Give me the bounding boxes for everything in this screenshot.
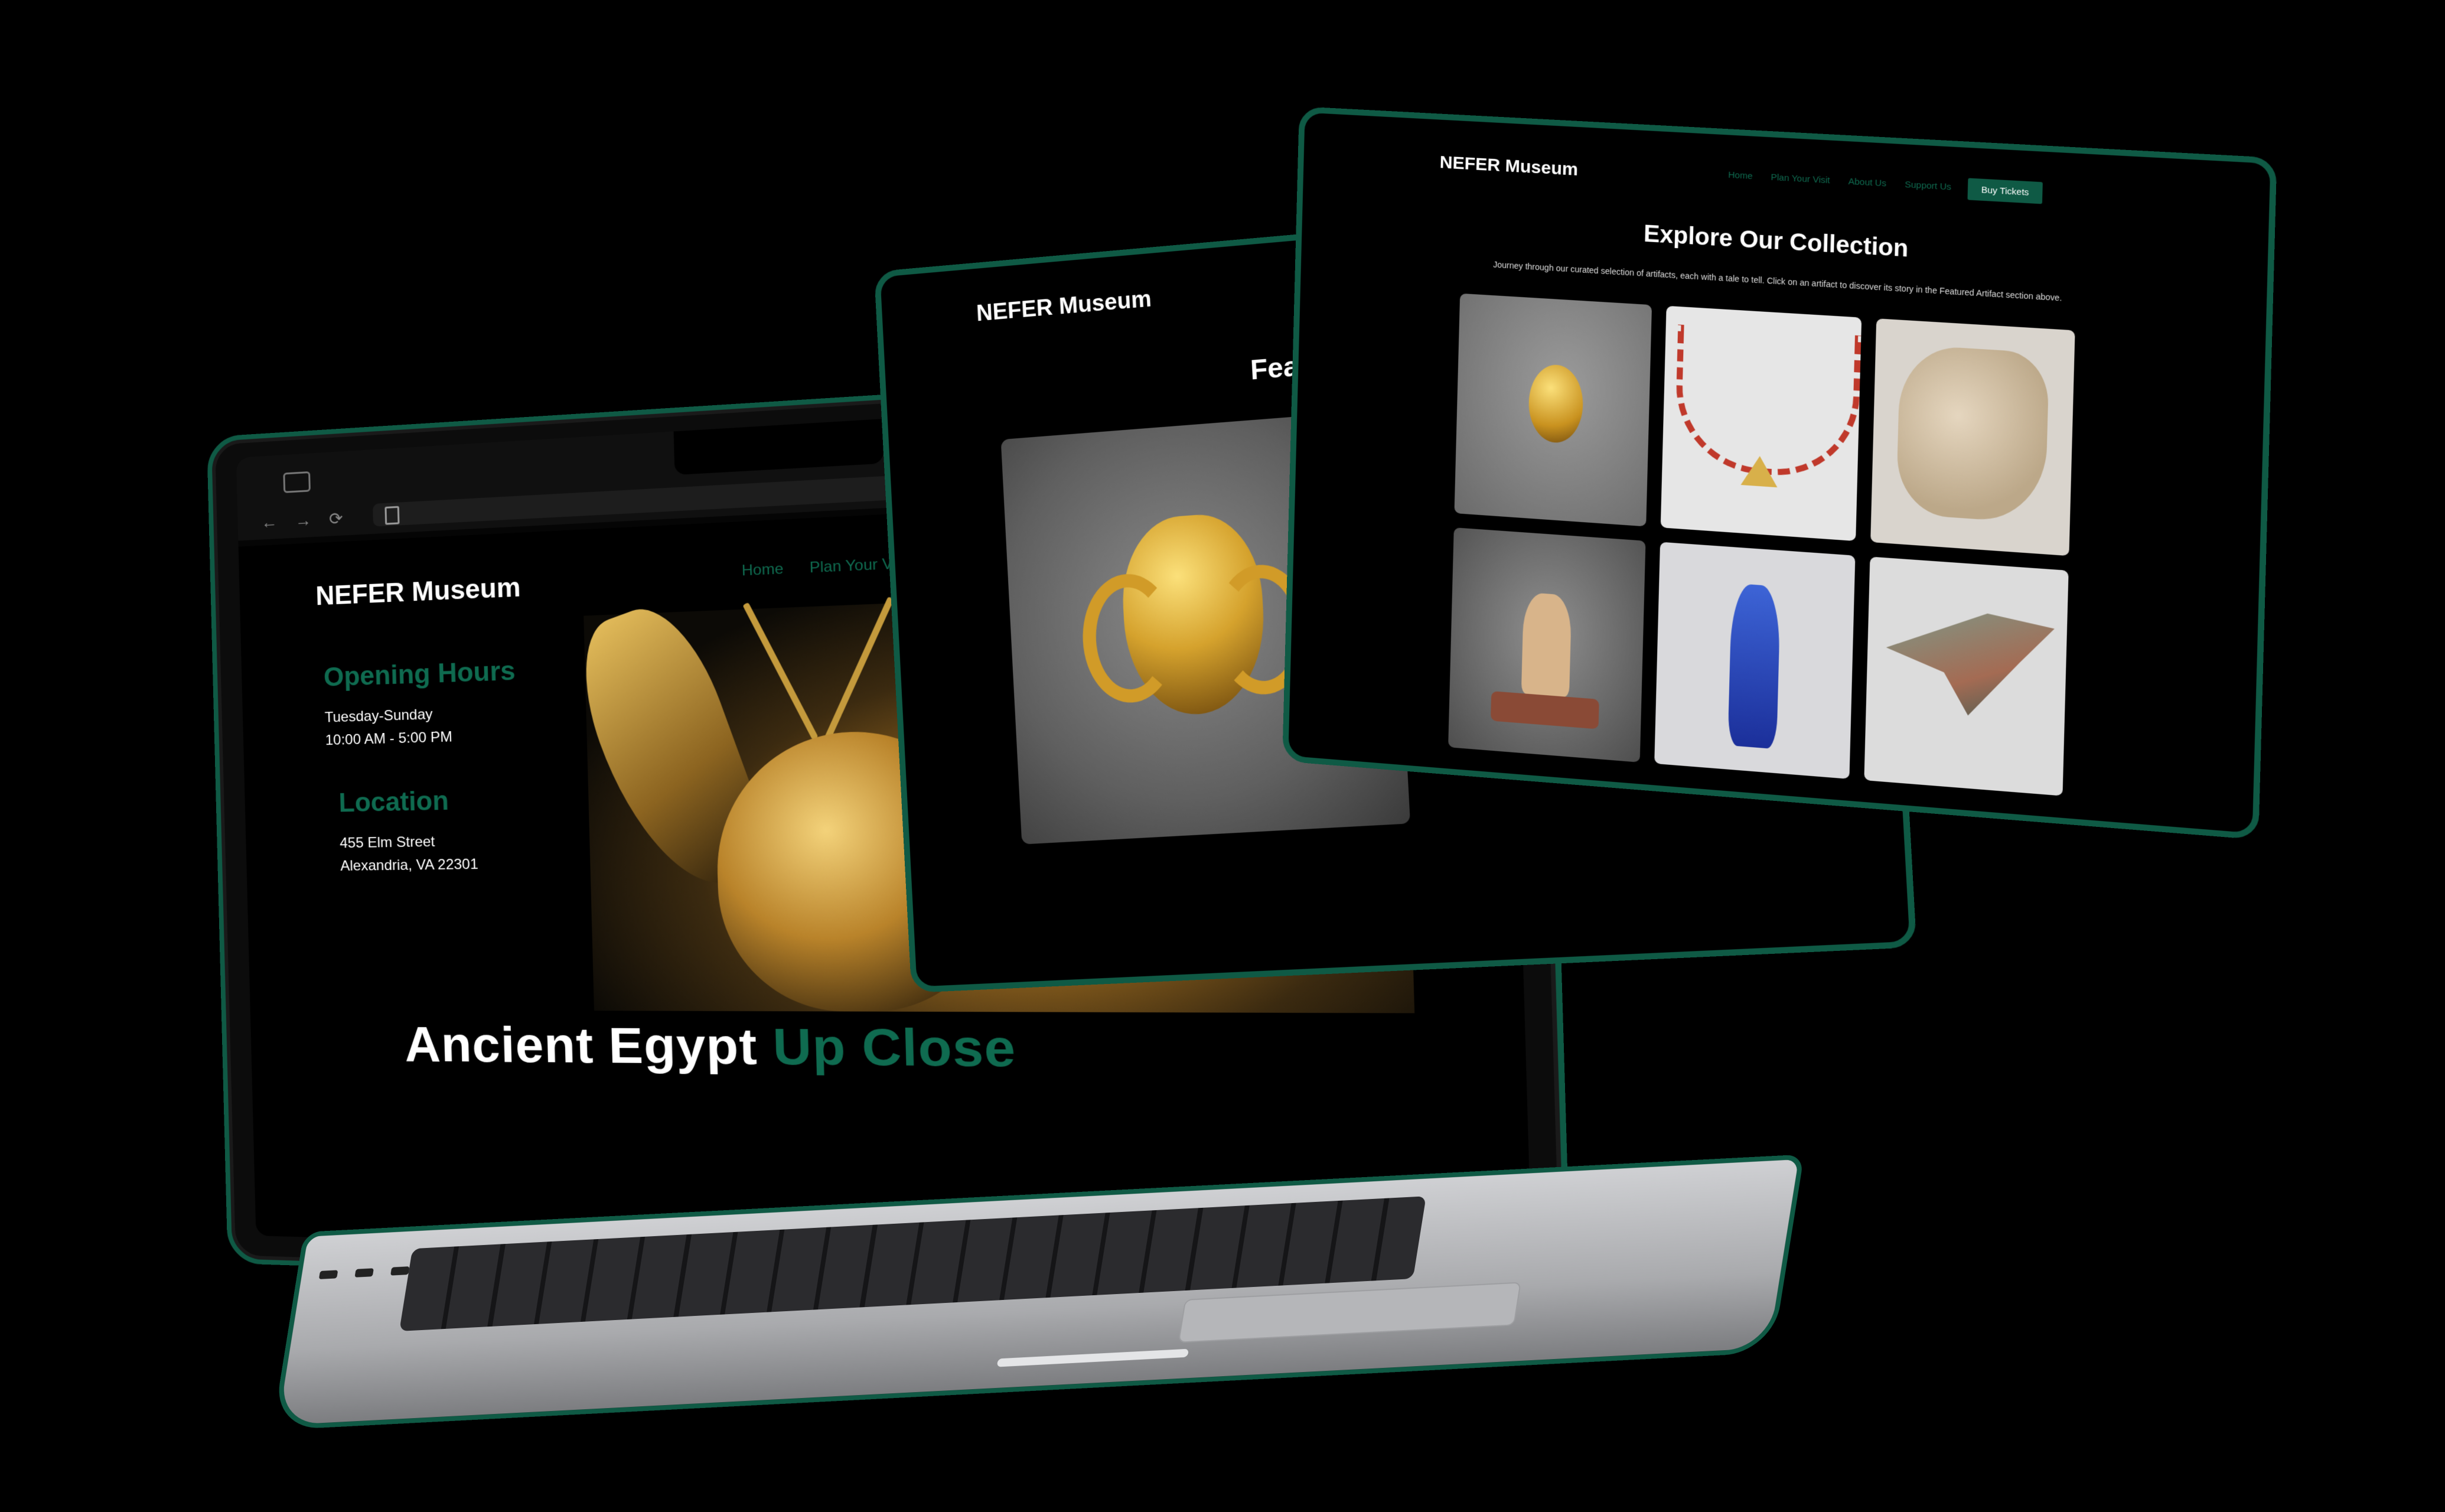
trackpad[interactable] — [1178, 1282, 1521, 1343]
tab-overview-icon[interactable] — [283, 471, 311, 493]
painted-ostracon-image — [1896, 344, 2050, 524]
side-ports — [318, 1266, 410, 1279]
usb-port — [318, 1270, 338, 1279]
nav-support-us[interactable]: Support Us — [1905, 180, 1951, 193]
browser-nav-icons[interactable]: ←→⟳ — [261, 507, 361, 532]
nav-plan-your-visit[interactable]: Plan Your Visit — [1771, 172, 1830, 186]
page-icon — [384, 506, 400, 525]
audio-port — [390, 1266, 410, 1276]
site-logo[interactable]: NEFER Museum — [1439, 152, 1578, 180]
address-street: 455 Elm Street — [340, 833, 435, 852]
opening-hours-block: Opening Hours Tuesday-Sunday 10:00 AM - … — [323, 655, 517, 752]
lid-opening-lip — [996, 1348, 1189, 1367]
gazelle-figurine-image — [1521, 592, 1572, 698]
location-heading: Location — [338, 786, 449, 818]
bead-necklace-image — [1674, 324, 1862, 481]
nav-home[interactable]: Home — [1728, 170, 1753, 182]
nav-about-us[interactable]: About Us — [1848, 177, 1886, 189]
ram-pendant-image — [1528, 363, 1584, 445]
main-nav: Home Plan Your Visit About Us Support Us — [1728, 170, 1951, 193]
blue-shabti-image — [1727, 583, 1781, 750]
site-logo[interactable]: NEFER Museum — [976, 286, 1152, 327]
artifact-card-necklace[interactable] — [1660, 305, 1862, 542]
falcon-relief-image — [1885, 607, 2055, 722]
artifact-card-shabti[interactable] — [1654, 542, 1856, 780]
antenna-left — [742, 602, 819, 740]
gazelle-base — [1490, 690, 1599, 729]
hero-title-main: Ancient Egypt — [404, 1016, 758, 1076]
ram-horn-left — [1080, 571, 1179, 706]
usb-port — [354, 1268, 374, 1278]
collection-title: Explore Our Collection — [1643, 220, 1909, 262]
opening-time: 10:00 AM - 5:00 PM — [325, 728, 453, 749]
camera-notch — [673, 413, 1277, 475]
nav-home[interactable]: Home — [742, 561, 784, 580]
artifact-card-gazelle[interactable] — [1448, 527, 1646, 762]
buy-tickets-button[interactable]: Buy Tickets — [1967, 178, 2043, 204]
artifact-card-ostracon[interactable] — [1870, 318, 2075, 556]
antenna-right — [824, 596, 895, 739]
location-block: Location 455 Elm Street Alexandria, VA 2… — [338, 785, 478, 878]
hero-title: Ancient Egypt Up Close — [404, 1016, 1017, 1079]
artifact-grid — [1448, 293, 2076, 796]
hero-title-accent: Up Close — [772, 1018, 1017, 1078]
address-city: Alexandria, VA 22301 — [340, 856, 479, 875]
site-logo[interactable]: NEFER Museum — [315, 572, 521, 611]
artifact-card-falcon[interactable] — [1864, 556, 2069, 796]
golden-ram-pendant — [1080, 510, 1313, 719]
collection-screen: NEFER Museum Home Plan Your Visit About … — [1282, 106, 2277, 840]
artifact-card-ram-pendant[interactable] — [1454, 293, 1652, 527]
opening-hours-heading: Opening Hours — [323, 656, 516, 692]
